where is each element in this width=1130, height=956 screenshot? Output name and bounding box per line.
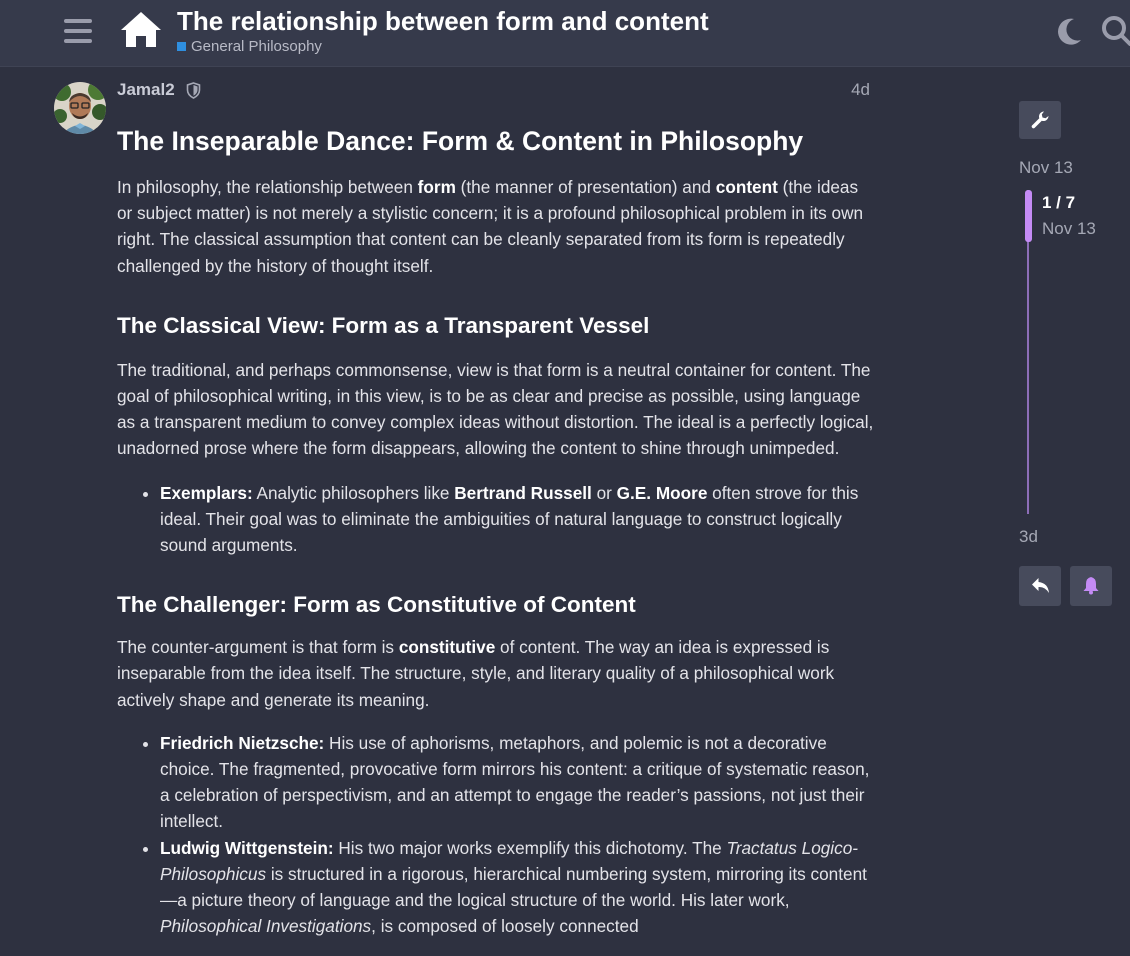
reply-icon [1032, 578, 1049, 593]
hamburger-icon[interactable] [64, 17, 94, 45]
author-avatar[interactable] [54, 82, 106, 134]
timeline-position-date: Nov 13 [1042, 219, 1096, 238]
bell-icon [1083, 577, 1099, 595]
reply-button[interactable] [1019, 566, 1061, 606]
category-link[interactable]: General Philosophy [177, 38, 322, 55]
intro-paragraph: In philosophy, the relationship between … [117, 177, 864, 276]
section-heading-challenger: The Challenger: Form as Constitutive of … [117, 592, 636, 618]
timeline-end-date[interactable]: 3d [1019, 527, 1038, 547]
shield-icon [186, 82, 201, 99]
challenger-list: Friedrich Nietzsche: His use of aphorism… [117, 730, 877, 940]
list-item: Ludwig Wittgenstein: His two major works… [160, 835, 877, 940]
timeline-scroll-handle[interactable] [1025, 190, 1032, 242]
author-username[interactable]: Jamal2 [117, 80, 175, 100]
category-label: General Philosophy [191, 38, 322, 55]
home-icon[interactable] [119, 10, 163, 50]
timeline-position: 1 / 7 [1042, 193, 1076, 212]
site-header: The relationship between form and conten… [0, 0, 1130, 67]
topic-title[interactable]: The relationship between form and conten… [177, 6, 709, 37]
post-date[interactable]: 4d [820, 80, 870, 100]
moon-icon[interactable] [1054, 16, 1084, 46]
classical-list: Exemplars: Analytic philosophers like Be… [117, 480, 877, 559]
classical-paragraph: The traditional, and perhaps commonsense… [117, 359, 874, 459]
admin-wrench-button[interactable] [1019, 101, 1061, 139]
list-item: Exemplars: Analytic philosophers like Be… [160, 480, 877, 559]
search-icon[interactable] [1100, 14, 1130, 48]
wrench-icon [1031, 111, 1049, 129]
category-color-swatch [177, 42, 186, 51]
challenger-paragraph: The counter-argument is that form is con… [117, 637, 835, 710]
post-heading: The Inseparable Dance: Form & Content in… [117, 126, 804, 156]
timeline-start-date[interactable]: Nov 13 [1019, 158, 1073, 178]
list-item: Friedrich Nietzsche: His use of aphorism… [160, 730, 877, 835]
notification-bell-button[interactable] [1070, 566, 1112, 606]
section-heading-classical: The Classical View: Form as a Transparen… [117, 312, 650, 338]
post-body: The Inseparable Dance: Form & Content in… [117, 122, 877, 939]
